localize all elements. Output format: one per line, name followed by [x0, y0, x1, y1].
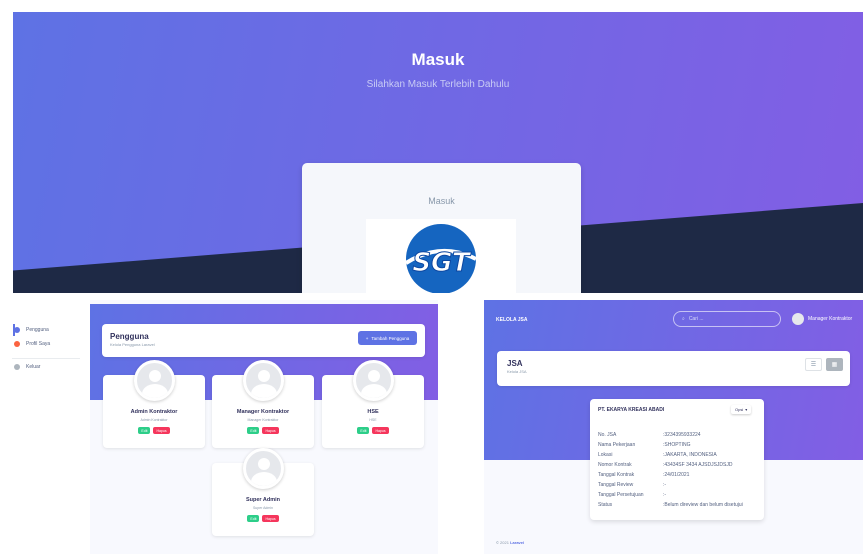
user-card: HSE HSE Edit Hapus [322, 360, 424, 448]
avatar [792, 313, 804, 325]
table-row: Lokasi:JAKARTA, INDONESIA [598, 452, 717, 458]
options-dropdown[interactable]: Opsi ▾ [731, 405, 752, 414]
avatar [243, 360, 284, 401]
user-role: Super Admin [252, 506, 274, 510]
avatar [353, 360, 394, 401]
plus-icon: + [365, 335, 369, 341]
company-name: PT. EKARYA KREASI ABADI [598, 407, 665, 413]
add-user-button[interactable]: + Tambah Pengguna [358, 331, 417, 345]
svg-text:SGT: SGT [412, 248, 472, 278]
user-card: Super Admin Super Admin Edit Hapus [212, 448, 314, 536]
edit-button[interactable]: Edit [247, 515, 260, 522]
delete-button[interactable]: Hapus [153, 427, 170, 434]
sidebar-divider [12, 358, 80, 359]
user-card: Admin Kontraktor Admin Kontraktor Edit H… [103, 360, 205, 448]
login-subtitle: Silahkan Masuk Terlebih Dahulu [366, 79, 510, 90]
jsa-detail-card: PT. EKARYA KREASI ABADI Opsi ▾ No. JSA:3… [590, 399, 764, 520]
list-icon: ☰ [810, 362, 817, 368]
page-title: JSA [507, 359, 523, 368]
table-row: Nomor Kontrak:43434SF 3434 AJSDJSJDSJD [598, 462, 733, 468]
avatar [134, 360, 175, 401]
sidebar-item-label: Pengguna [26, 327, 49, 333]
user-menu[interactable]: Manager Kontraktor [792, 313, 852, 325]
jsa-screen: KELOLA JSA ⌕ Cari ... Manager Kontraktor… [484, 300, 863, 554]
jsa-header-card: JSA Kelola JSA ☰ ▦ [497, 351, 850, 386]
table-row: Tanggal Kontrak:24/01/2021 [598, 472, 690, 478]
search-input[interactable]: ⌕ Cari ... [673, 311, 781, 327]
table-row: No. JSA:3234395933224 [598, 432, 701, 438]
table-row: Tanggal Persetujuan:- [598, 492, 667, 498]
edit-button[interactable]: Edit [247, 427, 260, 434]
sidebar-item-pengguna[interactable]: Pengguna [14, 327, 49, 333]
table-row: Status:Belum direview dan belum disetuju… [598, 502, 743, 508]
user-card: Manager Kontraktor Manager Kontraktor Ed… [212, 360, 314, 448]
login-card-title: Masuk [428, 196, 455, 206]
sidebar-item-profil[interactable]: Profil Saya [14, 341, 50, 347]
chevron-down-icon: ▾ [745, 407, 748, 412]
sidebar: Pengguna Profil Saya Keluar [0, 300, 90, 554]
delete-button[interactable]: Hapus [262, 515, 279, 522]
list-view-button[interactable]: ☰ [805, 358, 822, 371]
user-name: Manager Kontraktor [236, 409, 290, 415]
logout-icon [14, 364, 20, 370]
user-name: Manager Kontraktor [808, 316, 853, 322]
user-icon [14, 341, 20, 347]
delete-button[interactable]: Hapus [262, 427, 279, 434]
user-role: Manager Kontraktor [247, 418, 279, 422]
login-card: Masuk SGT [302, 163, 581, 293]
user-role: HSE [369, 418, 377, 422]
sidebar-item-keluar[interactable]: Keluar [14, 364, 40, 370]
search-icon: ⌕ [682, 316, 685, 322]
table-row: Tanggal Review:- [598, 482, 667, 488]
sidebar-item-label: Keluar [26, 364, 41, 370]
page-title: Pengguna [110, 332, 149, 341]
user-role: Admin Kontraktor [140, 418, 168, 422]
login-title: Masuk [411, 50, 465, 69]
footer-link[interactable]: Laravel [510, 540, 524, 545]
brand-title[interactable]: KELOLA JSA [496, 317, 527, 323]
edit-button[interactable]: Edit [138, 427, 151, 434]
page-subtitle: Kelola JSA [507, 369, 527, 374]
footer: © 2021 Laravel [496, 540, 525, 545]
grid-icon: ▦ [831, 362, 838, 368]
jsa-detail-table: No. JSA:3234395933224 Nama Pekerjaan:SHO… [598, 431, 758, 511]
eye-icon [14, 327, 20, 333]
sgt-logo-icon: SGT [404, 224, 477, 293]
page-subtitle: Kelola Pengguna Laravel [110, 342, 155, 347]
user-name: HSE [367, 409, 379, 415]
grid-view-button[interactable]: ▦ [826, 358, 843, 371]
table-row: Nama Pekerjaan:SHOPTING [598, 442, 691, 448]
avatar [243, 448, 284, 489]
sidebar-item-label: Profil Saya [26, 341, 51, 347]
company-logo: SGT [366, 219, 516, 293]
login-screen: Masuk Silahkan Masuk Terlebih Dahulu Mas… [13, 12, 863, 293]
user-name: Admin Kontraktor [130, 409, 178, 415]
users-header-card: Pengguna Kelola Pengguna Laravel + Tamba… [102, 324, 425, 357]
edit-button[interactable]: Edit [357, 427, 370, 434]
delete-button[interactable]: Hapus [372, 427, 389, 434]
users-screen: Pengguna Profil Saya Keluar Pengguna Kel… [0, 300, 438, 554]
user-name: Super Admin [245, 497, 281, 503]
